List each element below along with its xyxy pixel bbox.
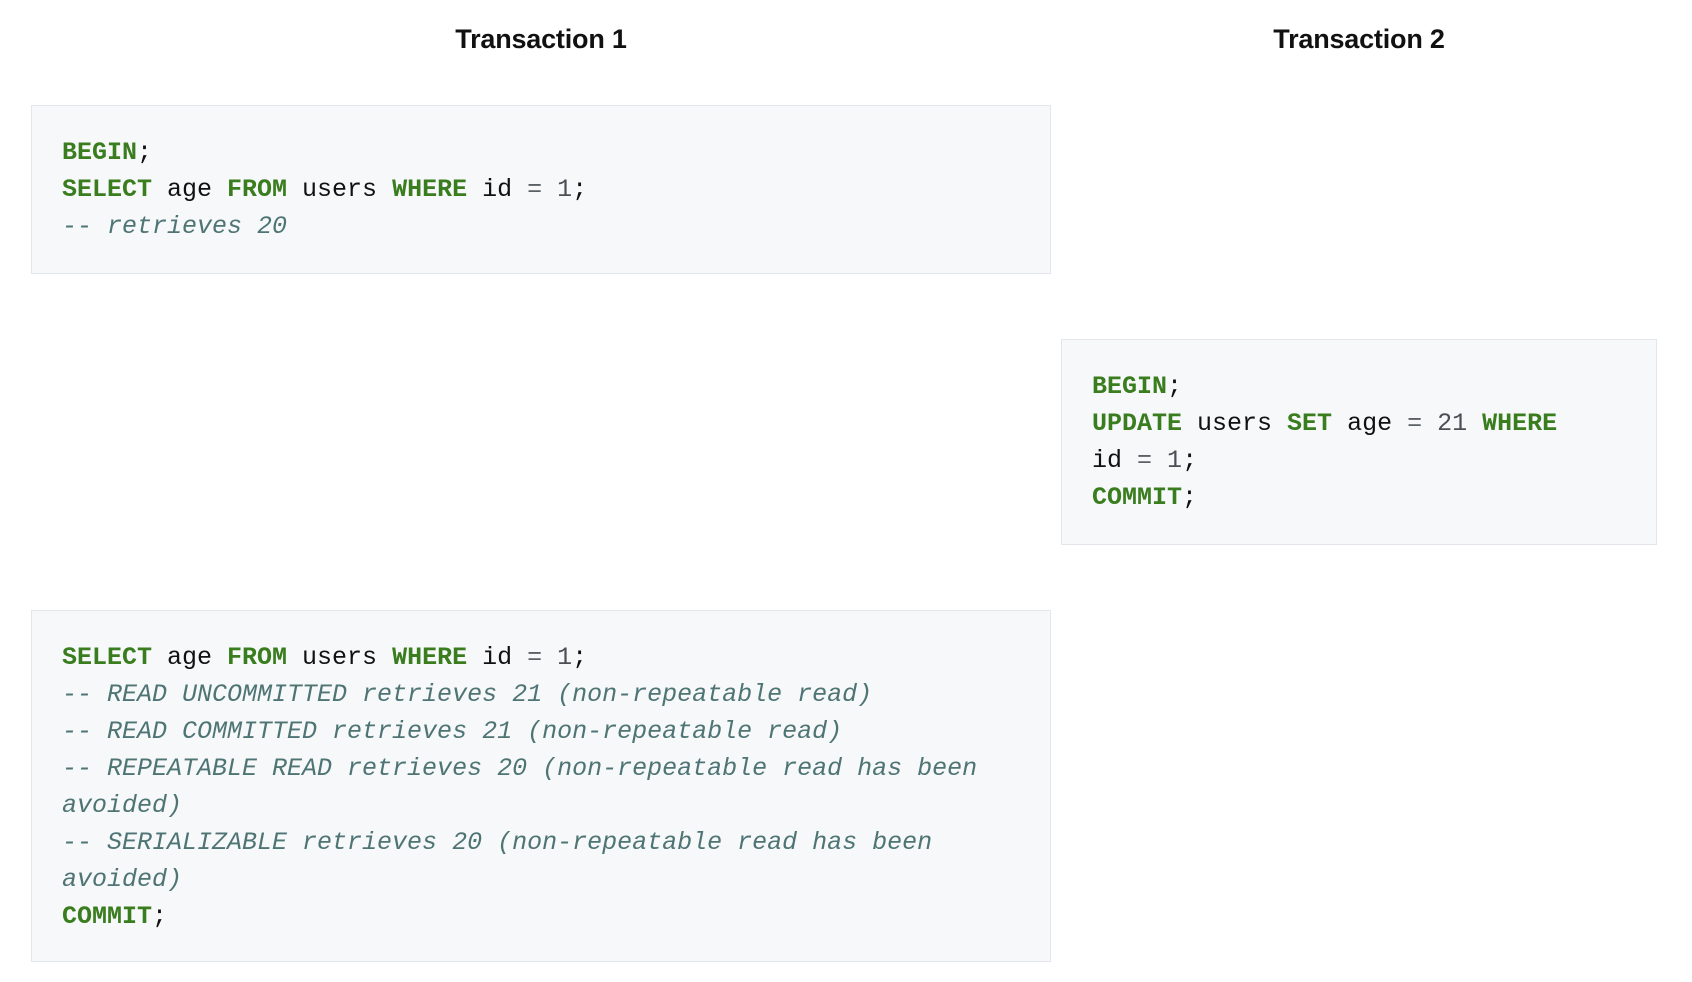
code-line: COMMIT; [62, 898, 1020, 935]
sql-number: 1 [1167, 446, 1183, 475]
code-line: UPDATE users SET age = 21 WHERE [1092, 405, 1626, 442]
sql-comment-read-committed: -- READ COMMITTED retrieves 21 (non-repe… [62, 717, 843, 746]
sql-punct: ; [152, 902, 168, 931]
code-line: SELECT age FROM users WHERE id = 1; [62, 171, 1020, 208]
sql-operator: = [527, 643, 543, 672]
sql-punct: ; [1182, 483, 1198, 512]
sql-operator: = [527, 175, 543, 204]
code-line: COMMIT; [1092, 479, 1626, 516]
sql-comment-repeatable-read: -- REPEATABLE READ retrieves 20 (non-rep… [62, 754, 993, 820]
code-line: BEGIN; [62, 134, 1020, 171]
transaction-1-reread-code-block: SELECT age FROM users WHERE id = 1; -- RE… [31, 610, 1051, 962]
sql-number: 21 [1437, 409, 1468, 438]
sql-keyword: COMMIT [1092, 483, 1183, 512]
sql-text: users [287, 643, 393, 672]
sql-number: 1 [557, 643, 573, 672]
sql-comment-serializable: -- SERIALIZABLE retrieves 20 (non-repeat… [62, 828, 948, 894]
sql-number: 1 [557, 175, 573, 204]
sql-keyword: COMMIT [62, 902, 153, 931]
sql-keyword: UPDATE [1092, 409, 1183, 438]
sql-comment: -- retrieves 20 [62, 212, 288, 241]
sql-text: users [1182, 409, 1288, 438]
sql-keyword: BEGIN [1092, 372, 1168, 401]
sql-text: id [467, 175, 528, 204]
code-line: BEGIN; [1092, 368, 1626, 405]
sql-keyword: SET [1287, 409, 1333, 438]
code-line: id = 1; [1092, 442, 1626, 479]
code-line: SELECT age FROM users WHERE id = 1; [62, 639, 1020, 676]
sql-operator: = [1137, 446, 1153, 475]
sql-operator: = [1407, 409, 1423, 438]
sql-punct: ; [572, 175, 588, 204]
transaction-1-begin-code-block: BEGIN; SELECT age FROM users WHERE id = 1… [31, 105, 1051, 274]
transaction-2-update-code-block: BEGIN; UPDATE users SET age = 21 WHERE id … [1061, 339, 1657, 545]
sql-punct: ; [572, 643, 588, 672]
sql-keyword: WHERE [1482, 409, 1558, 438]
sql-keyword: FROM [227, 175, 288, 204]
sql-keyword: SELECT [62, 643, 153, 672]
sql-keyword: WHERE [392, 175, 468, 204]
sql-keyword: FROM [227, 643, 288, 672]
transaction-2-header: Transaction 2 [1273, 24, 1445, 54]
transaction-1-header: Transaction 1 [455, 24, 627, 54]
sql-keyword: WHERE [392, 643, 468, 672]
sql-punct: ; [137, 138, 153, 167]
sql-text: age [152, 175, 228, 204]
sql-keyword: BEGIN [62, 138, 138, 167]
sql-text: users [287, 175, 393, 204]
sql-punct: ; [1182, 446, 1198, 475]
sql-text: id [467, 643, 528, 672]
sql-text: id [1092, 446, 1138, 475]
sql-text: age [1332, 409, 1408, 438]
sql-keyword: SELECT [62, 175, 153, 204]
sql-comment-read-uncommitted: -- READ UNCOMMITTED retrieves 21 (non-re… [62, 680, 873, 709]
sql-text: age [152, 643, 228, 672]
sql-punct: ; [1167, 372, 1183, 401]
